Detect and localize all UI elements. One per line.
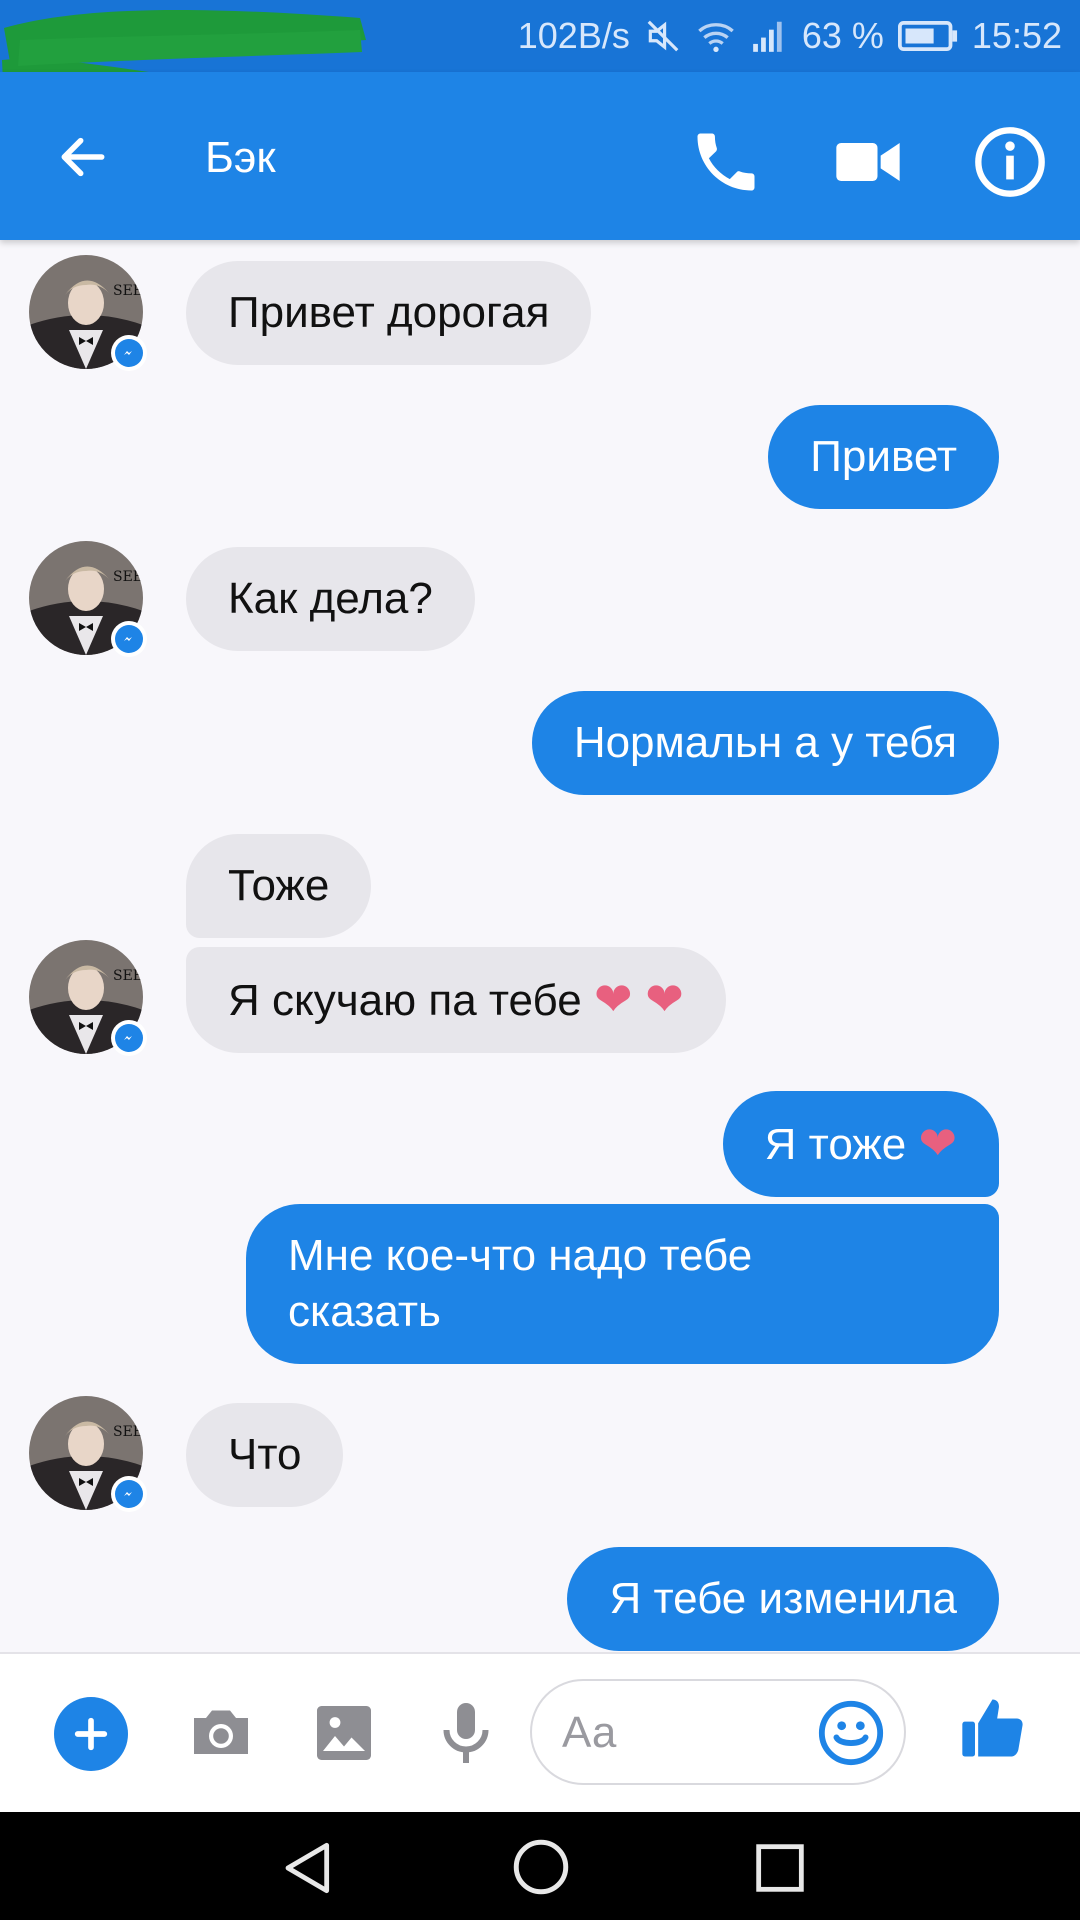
contact-avatar[interactable]: SEE bbox=[29, 541, 147, 657]
message-bubble-incoming[interactable]: Привет дорогая bbox=[186, 261, 592, 365]
message-bubble-outgoing[interactable]: Мне кое-что надо тебе сказать bbox=[246, 1204, 999, 1364]
message-text: Я тебе изменила bbox=[609, 1574, 957, 1623]
message-bubble-outgoing[interactable]: Привет bbox=[768, 405, 999, 509]
wifi-icon bbox=[698, 23, 734, 52]
video-camera-icon[interactable] bbox=[830, 124, 906, 200]
message-text: Тоже bbox=[228, 861, 330, 910]
contact-avatar[interactable]: SEE bbox=[29, 940, 147, 1056]
microphone-icon[interactable] bbox=[430, 1697, 502, 1769]
signal-icon bbox=[753, 21, 782, 52]
message-bubble-incoming[interactable]: Как дела? bbox=[186, 547, 475, 651]
contact-avatar[interactable]: SEE bbox=[29, 1396, 147, 1512]
status-indicators: 102B/s 63 % 15:52 bbox=[518, 0, 1062, 72]
message-bubble-incoming[interactable]: Я скучаю па тебе ❤ ❤ bbox=[186, 947, 726, 1053]
message-text: Я тоже bbox=[764, 1120, 907, 1169]
message-text: Что bbox=[228, 1430, 302, 1479]
contact-name[interactable]: Бэк bbox=[205, 128, 276, 188]
net-speed: 102B/s bbox=[517, 15, 630, 56]
info-icon[interactable] bbox=[972, 124, 1048, 200]
message-bubble-outgoing[interactable]: Я тоже ❤ bbox=[722, 1091, 999, 1197]
phone-icon[interactable] bbox=[688, 124, 764, 200]
message-bubble-incoming[interactable]: Тоже bbox=[186, 834, 372, 938]
thumbs-up-icon[interactable] bbox=[956, 1690, 1032, 1766]
message-bubble-outgoing[interactable]: Я тебе изменила bbox=[567, 1547, 999, 1651]
message-text: сказать bbox=[288, 1287, 441, 1336]
svg-text:SEE: SEE bbox=[113, 283, 143, 299]
back-arrow-icon bbox=[61, 137, 105, 177]
svg-text:SEE: SEE bbox=[113, 569, 143, 585]
message-bubble-incoming[interactable]: Что bbox=[186, 1403, 344, 1507]
nav-recent-apps-icon[interactable] bbox=[748, 1836, 812, 1900]
nav-home-icon[interactable] bbox=[508, 1834, 574, 1900]
messenger-badge-icon bbox=[111, 621, 147, 657]
svg-text:SEE: SEE bbox=[113, 1424, 143, 1440]
clock: 15:52 bbox=[971, 15, 1062, 56]
nav-back-icon[interactable] bbox=[276, 1836, 340, 1900]
plus-icon bbox=[74, 1717, 108, 1751]
svg-text:SEE: SEE bbox=[113, 968, 143, 984]
message-text: Привет дорогая bbox=[228, 288, 550, 337]
messenger-badge-icon bbox=[111, 335, 147, 371]
message-text: Привет bbox=[810, 432, 957, 481]
chat-header bbox=[0, 72, 1080, 240]
emoji-icon[interactable] bbox=[816, 1698, 886, 1768]
more-actions-button[interactable] bbox=[54, 1697, 128, 1771]
message-text: Нормальн а у тебя bbox=[573, 718, 957, 767]
messenger-badge-icon bbox=[111, 1020, 147, 1056]
mute-icon bbox=[647, 20, 679, 52]
gallery-icon[interactable] bbox=[308, 1697, 380, 1769]
back-button[interactable] bbox=[48, 122, 118, 192]
heart-emoji: ❤ bbox=[918, 1117, 957, 1169]
message-input-box bbox=[530, 1679, 906, 1785]
battery-percent: 63 % bbox=[801, 15, 884, 56]
contact-avatar[interactable]: SEE bbox=[29, 255, 147, 371]
message-text: Мне кое-что надо тебе bbox=[288, 1231, 753, 1280]
heart-emoji: ❤ ❤ bbox=[593, 973, 684, 1025]
message-text: Как дела? bbox=[228, 574, 433, 623]
message-bubble-outgoing[interactable]: Нормальн а у тебя bbox=[531, 691, 999, 795]
messenger-badge-icon bbox=[111, 1476, 147, 1512]
camera-icon[interactable] bbox=[185, 1697, 257, 1769]
battery-icon bbox=[897, 21, 957, 51]
message-list[interactable]: SEE Привет дорогая Привет SEE Как дела? … bbox=[0, 240, 1080, 1652]
message-text: Я скучаю па тебе bbox=[228, 976, 582, 1025]
message-input[interactable] bbox=[560, 1701, 814, 1765]
